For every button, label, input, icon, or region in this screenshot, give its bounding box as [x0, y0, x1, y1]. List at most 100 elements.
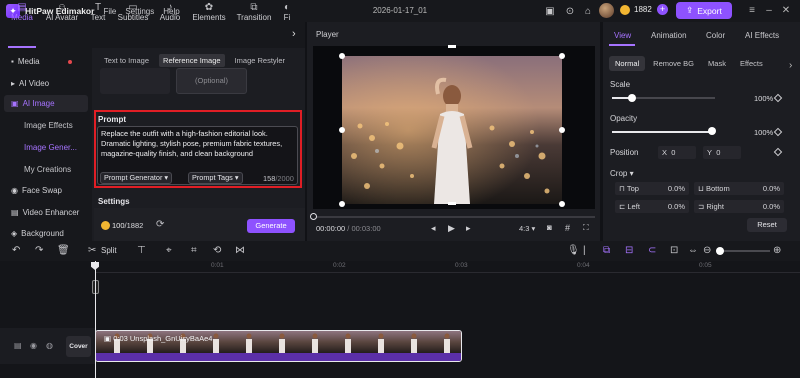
sidebar-sub-my-creations[interactable]: My Creations	[24, 165, 71, 174]
tab-audio[interactable]: ♪ Audio	[157, 2, 183, 24]
resize-handle-t[interactable]	[448, 45, 456, 48]
resize-handle-l[interactable]	[339, 127, 345, 133]
tab-animation[interactable]: Animation	[651, 31, 687, 40]
link-clips-icon[interactable]: ⧉	[603, 245, 610, 256]
tab-color[interactable]: Color	[706, 31, 725, 40]
playback-scrubber[interactable]	[313, 216, 595, 218]
split-button[interactable]: Split	[101, 246, 117, 255]
sidebar-item-ai-image[interactable]: ▣ AI Image	[4, 95, 88, 112]
redo-icon[interactable]: ↷	[35, 245, 43, 256]
prompt-generator-button[interactable]: Prompt Generator ▾	[100, 172, 173, 184]
scale-slider-knob[interactable]	[628, 94, 636, 102]
reset-button[interactable]: Reset	[747, 218, 787, 232]
notification-icon[interactable]: ⊙	[563, 4, 577, 18]
refresh-icon[interactable]: ⟳	[156, 219, 164, 230]
tab-ai-effects[interactable]: AI Effects	[745, 31, 779, 40]
close-icon[interactable]: ✕	[779, 4, 793, 18]
preview-toggle-icon[interactable]: ⊡	[670, 245, 678, 256]
play-icon[interactable]: ▶	[448, 223, 455, 234]
tab-view[interactable]: View	[614, 31, 631, 40]
scrubber-knob[interactable]	[310, 213, 317, 220]
resize-handle-tr[interactable]	[559, 53, 565, 59]
crop-right-field[interactable]: ⊐ Right 0.0%	[694, 200, 784, 213]
minimize-icon[interactable]: –	[762, 4, 776, 18]
zoom-out-icon[interactable]: ⊖	[703, 245, 711, 256]
tab-text[interactable]: T Text	[87, 2, 109, 24]
speed-icon[interactable]: ⌖	[166, 245, 172, 256]
playhead[interactable]	[95, 261, 96, 378]
menu-icon[interactable]: ≡	[745, 4, 759, 18]
crop-label[interactable]: Crop ▾	[610, 169, 634, 178]
resize-handle-b[interactable]	[448, 202, 456, 205]
scissors-icon[interactable]: ✂	[88, 245, 96, 256]
prev-frame-icon[interactable]: ◂	[431, 223, 436, 234]
microphone-icon[interactable]: 🎙	[567, 245, 580, 256]
sidebar-item-background[interactable]: ◈ Background	[4, 225, 88, 242]
resize-handle-br[interactable]	[559, 201, 565, 207]
snap-icon[interactable]: ⊟	[625, 245, 633, 256]
subtab-remove-bg[interactable]: Remove BG	[647, 56, 700, 71]
preview-image[interactable]	[342, 56, 562, 204]
position-x-field[interactable]: X 0	[658, 146, 696, 159]
text-template-icon[interactable]: ⊤	[137, 245, 146, 256]
magnet-icon[interactable]: ⊂	[648, 245, 656, 256]
next-frame-icon[interactable]: ▸	[466, 223, 471, 234]
reference-image-slot[interactable]	[100, 68, 170, 94]
prompt-tags-button[interactable]: Prompt Tags ▾	[188, 172, 243, 184]
optional-reference-slot[interactable]: (Optional)	[176, 68, 247, 94]
rotate-icon[interactable]: ⟲	[213, 245, 221, 256]
track-visibility-icon[interactable]: ◉	[30, 341, 37, 350]
subtab-normal[interactable]: Normal	[609, 56, 646, 71]
cover-button[interactable]: Cover	[66, 336, 91, 357]
zoom-slider[interactable]	[716, 250, 770, 252]
resize-handle-tl[interactable]	[339, 53, 345, 59]
zoom-slider-knob[interactable]	[716, 247, 724, 255]
opacity-value[interactable]: 100%	[754, 128, 773, 137]
crop-left-field[interactable]: ⊏ Left 0.0%	[615, 200, 689, 213]
crop-bottom-field[interactable]: ⊔ Bottom 0.0%	[694, 182, 784, 195]
resize-handle-r[interactable]	[559, 127, 565, 133]
undo-icon[interactable]: ↶	[12, 245, 20, 256]
scale-value[interactable]: 100%	[754, 94, 773, 103]
tab-media[interactable]: ▤ Media	[7, 2, 37, 24]
crop-top-field[interactable]: ⊓ Top 0.0%	[615, 182, 689, 195]
sidebar-item-face-swap[interactable]: ◉ Face Swap	[4, 182, 88, 199]
avatar[interactable]	[599, 3, 614, 18]
mirror-icon[interactable]: ⋈	[235, 245, 245, 256]
tab-reference-image[interactable]: Reference Image	[159, 54, 225, 67]
tab-filter[interactable]: ◐ Fi	[280, 2, 294, 24]
delete-icon[interactable]: 🗑	[57, 245, 70, 256]
tab-subtitles[interactable]: ▭ Subtitles	[115, 2, 151, 24]
sidebar-sub-image-effects[interactable]: Image Effects	[24, 121, 73, 130]
zoom-in-icon[interactable]: ⊕	[773, 245, 781, 256]
grid-icon[interactable]: #	[565, 223, 570, 233]
tab-ai-avatar[interactable]: ☺ AI Avatar	[42, 2, 82, 24]
tab-text-to-image[interactable]: Text to Image	[100, 54, 153, 67]
crop-icon[interactable]: ⌗	[191, 245, 197, 256]
track-mute-icon[interactable]: ◍	[46, 341, 53, 350]
screen-record-icon[interactable]: ▣	[543, 4, 557, 18]
chevron-right-icon[interactable]: ›	[789, 60, 792, 71]
sidebar-item-video-enhancer[interactable]: ▤ Video Enhancer	[4, 204, 88, 221]
subtab-effects[interactable]: Effects	[734, 56, 769, 71]
sidebar-item-media[interactable]: ▪ Media	[4, 53, 88, 70]
opacity-slider-knob[interactable]	[708, 127, 716, 135]
resize-handle-bl[interactable]	[339, 201, 345, 207]
sidebar-item-ai-video[interactable]: ▸ AI Video	[4, 75, 88, 92]
prompt-text[interactable]: Replace the outfit with a high-fashion e…	[101, 129, 295, 159]
subtab-mask[interactable]: Mask	[702, 56, 732, 71]
tab-image-restyler[interactable]: Image Restyler	[231, 54, 289, 67]
timeline-ruler[interactable]	[95, 261, 800, 273]
export-button[interactable]: ⇪ Export	[676, 2, 732, 19]
snapshot-icon[interactable]: ◙	[547, 223, 552, 232]
chevron-right-icon[interactable]: ›	[292, 28, 296, 40]
fullscreen-icon[interactable]: ⛶	[583, 223, 589, 233]
tab-elements[interactable]: ✿ Elements	[190, 2, 228, 24]
aspect-ratio-select[interactable]: 4:3 ▾	[519, 224, 535, 233]
tab-transition[interactable]: ⧉ Transition	[234, 2, 274, 24]
cart-icon[interactable]: ⌂	[581, 4, 595, 18]
add-credits-button[interactable]: +	[657, 4, 668, 15]
sidebar-sub-image-generator[interactable]: Image Gener...	[24, 143, 77, 152]
fit-icon[interactable]: ⇔	[688, 245, 698, 256]
track-lock-icon[interactable]: ▤	[14, 341, 22, 350]
